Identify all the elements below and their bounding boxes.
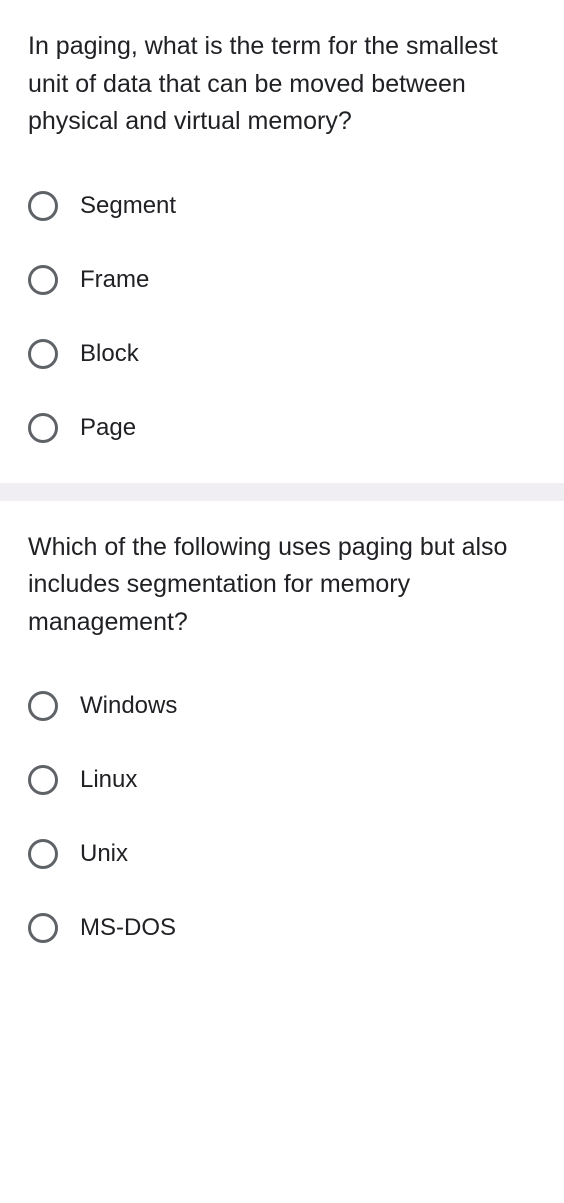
option-label: Segment <box>80 192 176 220</box>
radio-option[interactable]: Block <box>28 339 536 369</box>
radio-icon <box>28 839 58 869</box>
question-block-1: In paging, what is the term for the smal… <box>0 0 564 483</box>
radio-icon <box>28 265 58 295</box>
options-list: Windows Linux Unix MS-DOS <box>28 691 536 943</box>
radio-option[interactable]: Page <box>28 413 536 443</box>
question-text: In paging, what is the term for the smal… <box>28 28 536 141</box>
divider <box>0 483 564 501</box>
radio-option[interactable]: MS-DOS <box>28 913 536 943</box>
radio-icon <box>28 691 58 721</box>
radio-option[interactable]: Unix <box>28 839 536 869</box>
radio-option[interactable]: Segment <box>28 191 536 221</box>
radio-icon <box>28 413 58 443</box>
option-label: Block <box>80 340 139 368</box>
question-block-2: Which of the following uses paging but a… <box>0 501 564 984</box>
question-text: Which of the following uses paging but a… <box>28 529 536 642</box>
radio-icon <box>28 339 58 369</box>
radio-icon <box>28 765 58 795</box>
option-label: Page <box>80 414 136 442</box>
option-label: Windows <box>80 692 177 720</box>
radio-option[interactable]: Windows <box>28 691 536 721</box>
radio-option[interactable]: Linux <box>28 765 536 795</box>
option-label: Frame <box>80 266 149 294</box>
option-label: Linux <box>80 766 137 794</box>
radio-icon <box>28 191 58 221</box>
radio-icon <box>28 913 58 943</box>
radio-option[interactable]: Frame <box>28 265 536 295</box>
options-list: Segment Frame Block Page <box>28 191 536 443</box>
option-label: MS-DOS <box>80 914 176 942</box>
option-label: Unix <box>80 840 128 868</box>
